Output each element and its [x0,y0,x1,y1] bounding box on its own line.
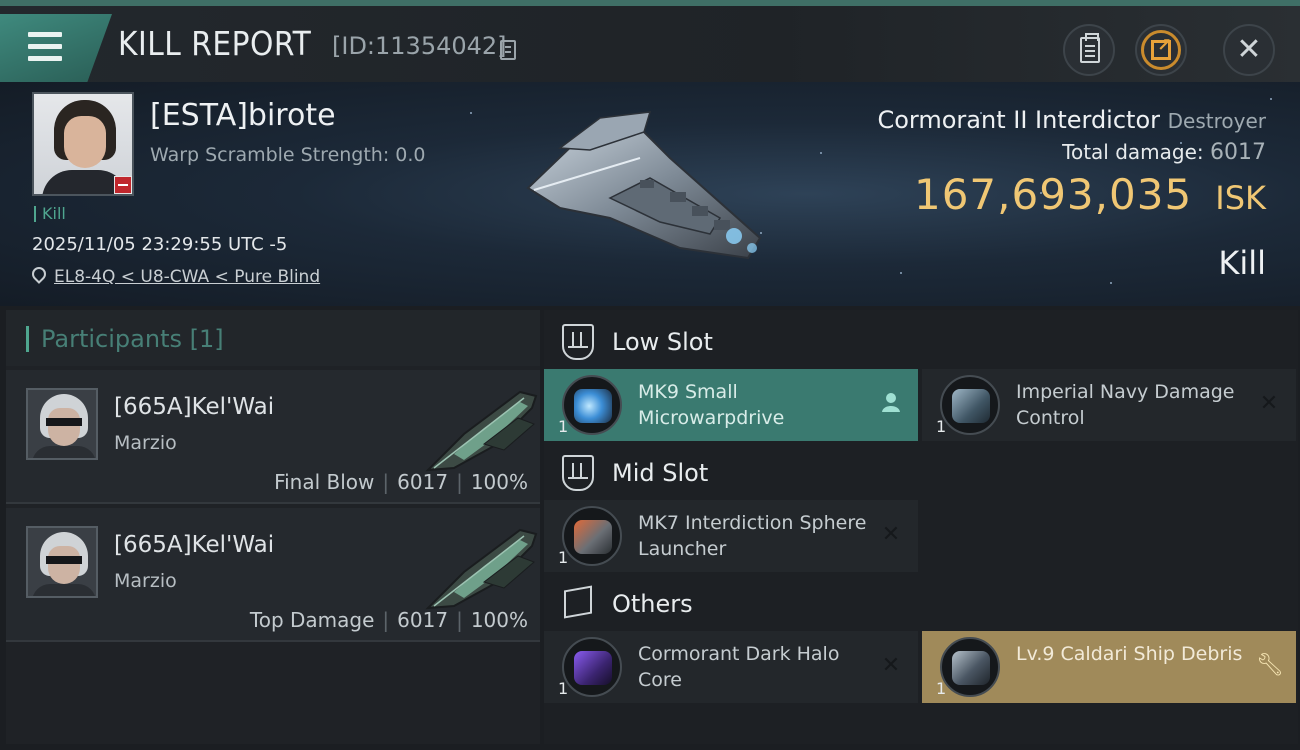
participant-card[interactable]: [665A]Kel'Wai Marzio Top Damage | 6017 | 100… [6,508,540,642]
result-label: Kill [1218,244,1266,282]
victim-name[interactable]: [ESTA]birote [150,98,336,133]
ship-class: Destroyer [1167,109,1266,133]
participant-corp: Marzio [114,570,177,592]
participant-stats: Top Damage | 6017 | 100% [249,608,528,632]
location-pin-icon [29,264,49,284]
participant-name: [665A]Kel'Wai [114,394,275,420]
wrench-icon: 🔧︎ [1256,653,1284,678]
ship-render [526,111,762,260]
participant-role: Top Damage [249,608,375,632]
module-quantity: 1 [558,417,569,436]
clipboard-icon [1080,33,1100,63]
destroyed-x-icon: ✕ [881,653,901,678]
module-name: MK7 Interdiction Sphere Launcher [638,512,867,560]
total-damage-value: 6017 [1210,140,1266,165]
dark-halo-core-icon [562,637,622,697]
module-quantity: 1 [936,679,947,698]
victim-summary: [ESTA]birote Warp Scramble Strength: 0.0… [0,82,1300,306]
module-name: Imperial Navy Damage Control [1016,381,1235,429]
kill-tag: Kill [34,206,66,222]
module-item[interactable]: 1 MK9 Small Microwarpdrive [544,369,918,441]
participants-panel: Participants [1] [665A]Kel'Wai Marzio Fi… [6,310,540,744]
module-item[interactable]: 1 MK7 Interdiction Sphere Launcher ✕ [544,500,918,572]
cube-icon [564,585,592,619]
warp-scramble-strength: Warp Scramble Strength: 0.0 [150,144,426,166]
kill-location-link[interactable]: EL8-4Q < U8-CWA < Pure Blind [54,267,320,287]
menu-button[interactable] [0,14,112,82]
mid-slot-header: Mid Slot [544,445,1298,501]
standing-badge-icon [114,176,132,194]
participant-percent: 100% [470,470,528,494]
ship-debris-icon [940,637,1000,697]
isk-value: 167,693,035 ISK [914,170,1266,219]
participant-damage: 6017 [397,608,449,632]
microwarpdrive-icon [562,375,622,435]
ship-name[interactable]: Cormorant II Interdictor Destroyer [877,106,1266,134]
share-icon [1151,35,1172,60]
person-icon [878,391,904,417]
destroyed-x-icon: ✕ [1259,391,1279,416]
participant-stats: Final Blow | 6017 | 100% [274,470,528,494]
kill-datetime: 2025/11/05 23:29:55 UTC -5 [32,234,288,255]
module-name: MK9 Small Microwarpdrive [638,381,785,429]
copy-icon[interactable] [500,40,516,60]
participant-card[interactable]: [665A]Kel'Wai Marzio Final Blow | 6017 | 100… [6,370,540,504]
low-slot-title: Low Slot [612,328,713,356]
participant-corp: Marzio [114,432,177,454]
module-quantity: 1 [936,417,947,436]
kill-report-window: KILL REPORT [ID:11354042] ✕ [0,0,1300,750]
low-slot-icon [562,324,594,360]
participant-name: [665A]Kel'Wai [114,532,275,558]
isk-unit: ISK [1215,179,1266,217]
module-name: Lv.9 Caldari Ship Debris [1016,643,1243,665]
sphere-launcher-icon [562,506,622,566]
module-quantity: 1 [558,548,569,567]
share-button[interactable] [1135,24,1187,76]
isk-amount: 167,693,035 [913,170,1193,219]
participant-ship-icon [425,528,538,610]
participants-title: Participants [1] [26,326,224,352]
others-header: Others [544,576,1298,632]
others-title: Others [612,590,693,618]
participant-damage: 6017 [397,470,449,494]
participant-avatar[interactable] [26,526,98,598]
module-item[interactable]: 1 Cormorant Dark Halo Core ✕ [544,631,918,703]
participants-header: Participants [1] [6,310,540,366]
total-damage: Total damage: 6017 [1062,140,1266,165]
menu-icon-bar [28,56,62,61]
participant-percent: 100% [470,608,528,632]
clipboard-button[interactable] [1063,24,1115,76]
menu-icon [28,32,62,37]
mid-slot-title: Mid Slot [612,459,709,487]
participant-role: Final Blow [274,470,375,494]
header-bar: KILL REPORT [ID:11354042] ✕ [0,6,1300,82]
report-id: [ID:11354042] [332,32,507,60]
module-item[interactable]: 1 Imperial Navy Damage Control ✕ [922,369,1296,441]
ship-type: Cormorant II Interdictor [877,106,1160,134]
menu-icon-bar [28,44,62,49]
destroyed-x-icon: ✕ [881,522,901,547]
fitting-panel: Low Slot 1 MK9 Small Microwarpdrive 1 Im… [544,310,1298,744]
module-item[interactable]: 1 Lv.9 Caldari Ship Debris 🔧︎ [922,631,1296,703]
damage-control-icon [940,375,1000,435]
low-slot-header: Low Slot [544,314,1298,370]
module-quantity: 1 [558,679,569,698]
victim-avatar[interactable] [32,92,134,196]
page-title: KILL REPORT [118,24,312,63]
total-damage-label: Total damage: [1062,140,1204,164]
close-icon: ✕ [1236,32,1262,67]
close-button[interactable]: ✕ [1223,24,1275,76]
module-name: Cormorant Dark Halo Core [638,643,840,691]
participant-ship-icon [425,390,538,472]
participant-avatar[interactable] [26,388,98,460]
mid-slot-icon [562,455,594,491]
